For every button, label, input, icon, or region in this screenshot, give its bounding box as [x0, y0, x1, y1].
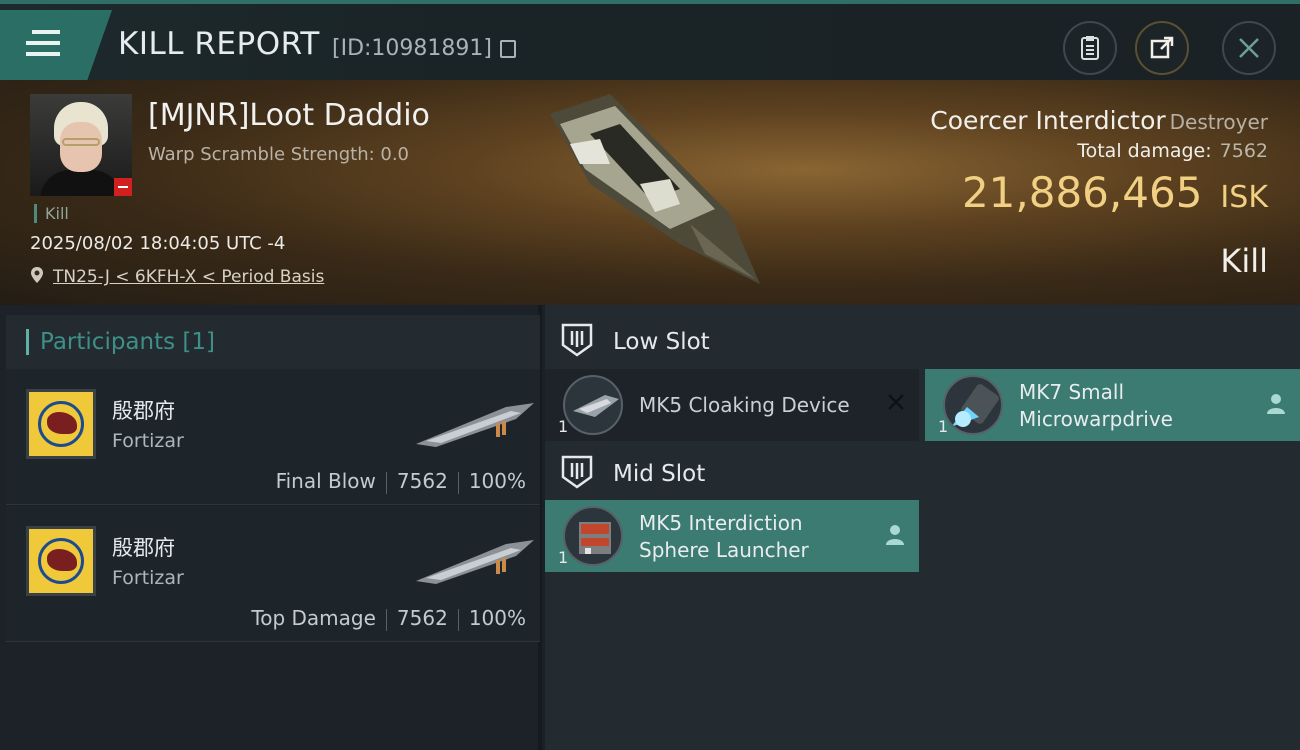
ship-image — [550, 94, 760, 284]
kill-datetime: 2025/08/02 18:04:05 UTC -4 — [30, 233, 286, 254]
low-slot-header: Low Slot — [545, 311, 1300, 369]
corp-logo — [26, 389, 96, 459]
person-icon — [886, 525, 904, 545]
close-icon — [1239, 38, 1259, 58]
destroyed-icon — [888, 394, 904, 410]
report-id: [ID:10981891] — [332, 36, 492, 61]
victim-banner: [MJNR]Loot Daddio Warp Scramble Strength… — [0, 80, 1300, 305]
pilot-name[interactable]: [MJNR]Loot Daddio — [148, 98, 430, 133]
participant-stats: Final Blow 7562 100% — [275, 469, 526, 494]
participants-panel: Participants [1] 殷郡府 Fortizar Final Blow… — [0, 305, 542, 750]
pilot-portrait[interactable] — [30, 94, 132, 196]
kill-result: Kill — [1220, 242, 1268, 280]
module-name: MK5 Interdiction Sphere Launcher — [639, 511, 809, 562]
ship-class: Destroyer — [1169, 110, 1268, 134]
participant-stats: Top Damage 7562 100% — [251, 606, 526, 631]
module-name: MK5 Cloaking Device — [639, 393, 850, 417]
slot-icon — [561, 455, 593, 489]
low-slot-title: Low Slot — [613, 329, 710, 355]
participant-ship: Fortizar — [112, 567, 184, 589]
module-microwarpdrive[interactable]: 1 MK7 Small Microwarpdrive — [925, 369, 1300, 441]
warp-scramble-strength: Warp Scramble Strength: 0.0 — [148, 144, 410, 165]
module-icon — [563, 506, 623, 566]
module-quantity: 1 — [938, 417, 949, 436]
mid-slot-header: Mid Slot — [545, 443, 1300, 501]
module-quantity: 1 — [558, 548, 569, 567]
participant-row[interactable]: 殷郡府 Fortizar Final Blow 7562 100% — [6, 369, 540, 505]
participant-corp: 殷郡府 — [112, 536, 175, 560]
module-quantity: 1 — [558, 417, 569, 436]
location-link[interactable]: TN25-J < 6KFH-X < Period Basis — [53, 267, 324, 287]
mid-slot-title: Mid Slot — [613, 461, 706, 487]
isk-value: 21,886,465 ISK — [961, 168, 1268, 217]
total-damage: Total damage: 7562 — [1077, 140, 1268, 162]
participants-header: Participants [1] — [6, 315, 540, 369]
header-bar: KILL REPORT [ID:10981891] — [0, 0, 1300, 80]
participant-ship-image — [416, 540, 534, 584]
kill-tag: Kill — [34, 204, 69, 223]
participant-ship-image — [416, 403, 534, 447]
menu-icon — [26, 30, 60, 63]
corp-logo — [26, 526, 96, 596]
copy-icon[interactable] — [500, 40, 516, 58]
share-icon — [1150, 36, 1174, 59]
menu-button[interactable] — [0, 10, 112, 80]
location-pin-icon — [31, 267, 43, 283]
module-interdiction-sphere-launcher[interactable]: 1 MK5 Interdiction Sphere Launcher — [545, 500, 919, 572]
close-button[interactable] — [1222, 21, 1276, 75]
module-icon — [943, 375, 1003, 435]
module-cloaking-device[interactable]: 1 MK5 Cloaking Device — [545, 369, 919, 441]
share-button[interactable] — [1135, 21, 1189, 75]
slot-icon — [561, 323, 593, 357]
clipboard-icon — [1081, 36, 1099, 60]
fitting-panel: Low Slot 1 MK5 Cloaking Device 1 MK7 Sma… — [545, 305, 1300, 750]
participants-title: Participants [1] — [40, 329, 215, 355]
module-icon — [563, 375, 623, 435]
participant-row[interactable]: 殷郡府 Fortizar Top Damage 7562 100% — [6, 506, 540, 642]
ship-name[interactable]: Coercer Interdictor Destroyer — [930, 106, 1268, 135]
participant-ship: Fortizar — [112, 430, 184, 452]
person-icon — [1267, 394, 1285, 414]
page-title: KILL REPORT — [118, 26, 320, 62]
module-name: MK7 Small Microwarpdrive — [1019, 380, 1173, 431]
clipboard-button[interactable] — [1063, 21, 1117, 75]
participant-corp: 殷郡府 — [112, 399, 175, 423]
standing-badge — [114, 178, 132, 196]
